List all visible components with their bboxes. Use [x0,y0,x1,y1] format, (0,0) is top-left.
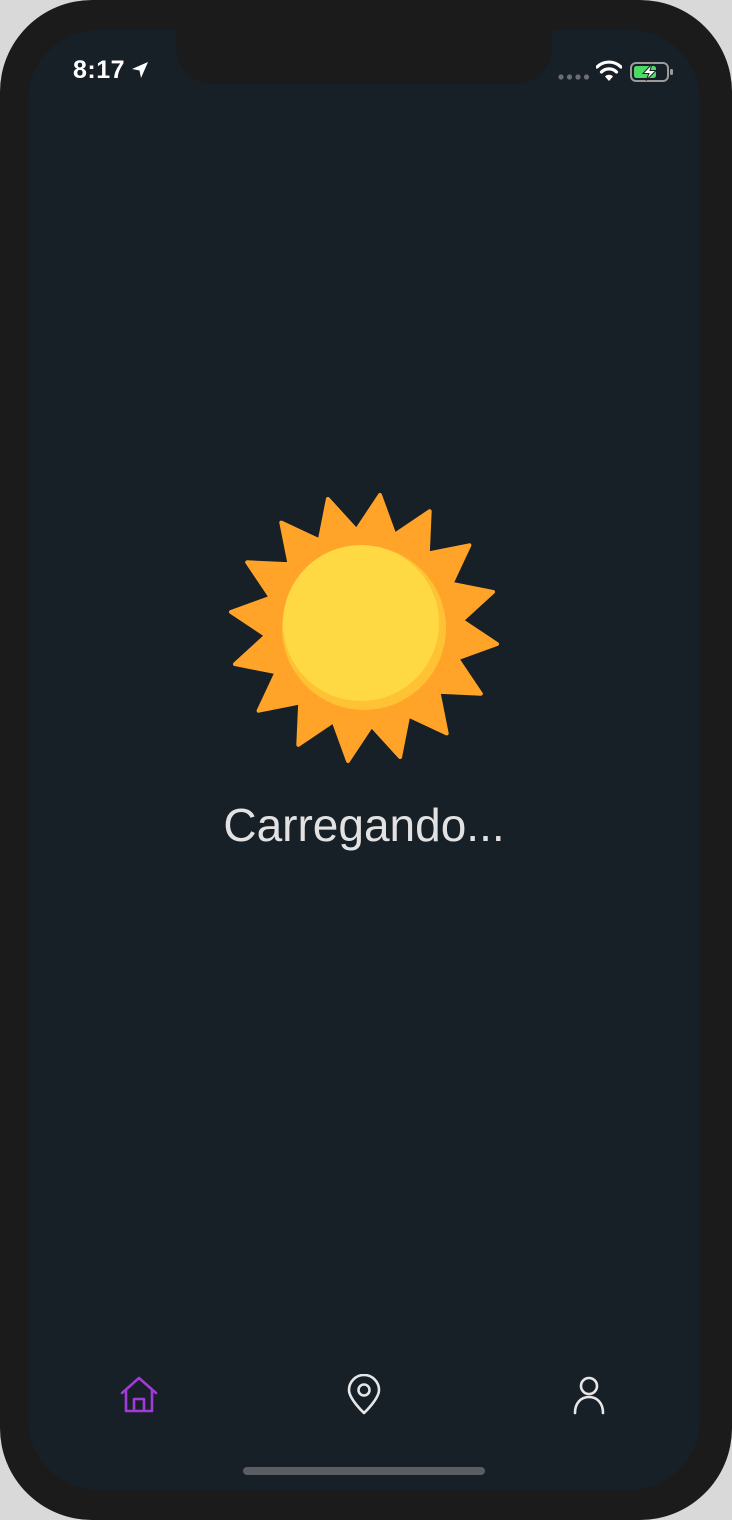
map-pin-icon [347,1374,381,1415]
sun-icon [229,493,499,763]
app-screen: 8:17 Carregando... [28,30,700,1490]
location-arrow-icon [132,62,148,78]
home-icon [120,1376,158,1413]
status-time: 8:17 [73,56,126,84]
battery-charging-icon [630,62,673,82]
sun-core [283,545,439,701]
tab-location[interactable] [304,1360,424,1430]
wifi-icon [596,60,622,81]
device-frame: 8:17 Carregando... [0,0,732,1520]
tab-home[interactable] [79,1360,199,1430]
bottom-tab-bar [28,1360,700,1430]
home-indicator [243,1467,485,1475]
user-icon [573,1376,605,1415]
tab-profile[interactable] [529,1360,649,1430]
loading-text: Carregando... [223,799,505,851]
signal-icon [558,74,590,80]
device-notch [176,30,552,84]
